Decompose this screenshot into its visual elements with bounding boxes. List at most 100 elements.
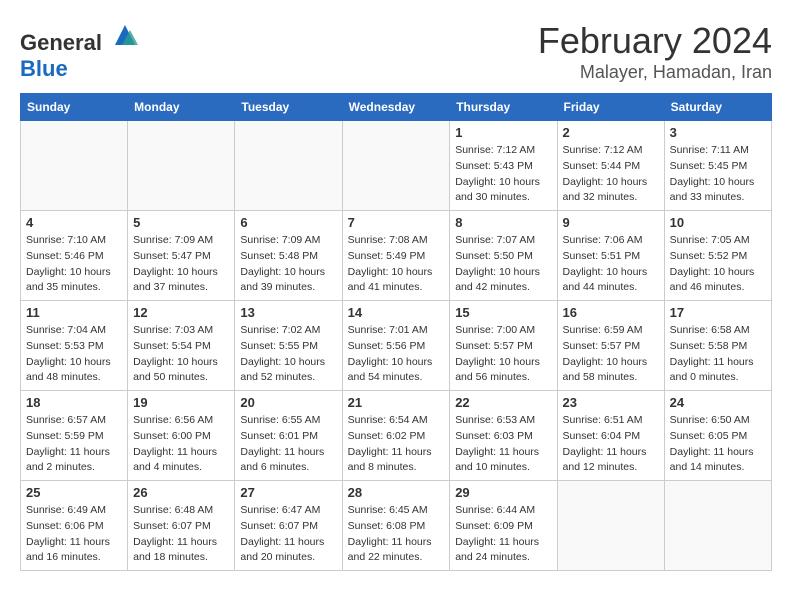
calendar-cell: 25 Sunrise: 6:49 AM Sunset: 6:06 PM Dayli… <box>21 481 128 571</box>
calendar-week-row: 11 Sunrise: 7:04 AM Sunset: 5:53 PM Dayli… <box>21 301 772 391</box>
day-number: 21 <box>348 395 445 410</box>
day-number: 23 <box>563 395 659 410</box>
day-info: Sunrise: 6:49 AM Sunset: 6:06 PM Dayligh… <box>26 503 122 566</box>
day-info: Sunrise: 6:54 AM Sunset: 6:02 PM Dayligh… <box>348 413 445 476</box>
weekday-header: Sunday <box>21 94 128 121</box>
logo-text: General Blue <box>20 20 140 82</box>
day-info: Sunrise: 6:48 AM Sunset: 6:07 PM Dayligh… <box>133 503 229 566</box>
calendar-cell: 8 Sunrise: 7:07 AM Sunset: 5:50 PM Daylig… <box>450 211 557 301</box>
title-block: February 2024 Malayer, Hamadan, Iran <box>538 20 772 83</box>
calendar-week-row: 4Sunrise: 7:10 AM Sunset: 5:46 PM Daylig… <box>21 211 772 301</box>
day-info: Sunrise: 6:44 AM Sunset: 6:09 PM Dayligh… <box>455 503 551 566</box>
logo-icon <box>110 20 140 50</box>
calendar-week-row: 1 Sunrise: 7:12 AM Sunset: 5:43 PM Daylig… <box>21 121 772 211</box>
calendar-week-row: 25 Sunrise: 6:49 AM Sunset: 6:06 PM Dayli… <box>21 481 772 571</box>
logo-blue: Blue <box>20 56 68 81</box>
weekday-header: Monday <box>128 94 235 121</box>
day-info: Sunrise: 7:12 AM Sunset: 5:43 PM Dayligh… <box>455 143 551 206</box>
day-number: 16 <box>563 305 659 320</box>
day-number: 20 <box>240 395 336 410</box>
weekday-header: Wednesday <box>342 94 450 121</box>
day-info: Sunrise: 7:03 AM Sunset: 5:54 PM Dayligh… <box>133 323 229 386</box>
calendar-cell: 26 Sunrise: 6:48 AM Sunset: 6:07 PM Dayli… <box>128 481 235 571</box>
day-number: 5 <box>133 215 229 230</box>
day-number: 26 <box>133 485 229 500</box>
calendar-cell: 28 Sunrise: 6:45 AM Sunset: 6:08 PM Dayli… <box>342 481 450 571</box>
day-info: Sunrise: 7:04 AM Sunset: 5:53 PM Dayligh… <box>26 323 122 386</box>
calendar-cell: 1 Sunrise: 7:12 AM Sunset: 5:43 PM Daylig… <box>450 121 557 211</box>
calendar-cell <box>557 481 664 571</box>
calendar-cell <box>664 481 771 571</box>
calendar-cell: 22Sunrise: 6:53 AM Sunset: 6:03 PM Dayli… <box>450 391 557 481</box>
weekday-header: Thursday <box>450 94 557 121</box>
calendar-week-row: 18 Sunrise: 6:57 AM Sunset: 5:59 PM Dayli… <box>21 391 772 481</box>
calendar-cell: 9 Sunrise: 7:06 AM Sunset: 5:51 PM Daylig… <box>557 211 664 301</box>
weekday-header: Saturday <box>664 94 771 121</box>
day-info: Sunrise: 6:56 AM Sunset: 6:00 PM Dayligh… <box>133 413 229 476</box>
day-info: Sunrise: 7:02 AM Sunset: 5:55 PM Dayligh… <box>240 323 336 386</box>
day-info: Sunrise: 7:05 AM Sunset: 5:52 PM Dayligh… <box>670 233 766 296</box>
day-number: 8 <box>455 215 551 230</box>
day-number: 27 <box>240 485 336 500</box>
day-info: Sunrise: 7:11 AM Sunset: 5:45 PM Dayligh… <box>670 143 766 206</box>
calendar-cell: 3Sunrise: 7:11 AM Sunset: 5:45 PM Daylig… <box>664 121 771 211</box>
location-title: Malayer, Hamadan, Iran <box>538 62 772 83</box>
day-info: Sunrise: 7:01 AM Sunset: 5:56 PM Dayligh… <box>348 323 445 386</box>
weekday-header: Friday <box>557 94 664 121</box>
day-number: 2 <box>563 125 659 140</box>
day-number: 4 <box>26 215 122 230</box>
calendar-header-row: SundayMondayTuesdayWednesdayThursdayFrid… <box>21 94 772 121</box>
day-info: Sunrise: 7:09 AM Sunset: 5:48 PM Dayligh… <box>240 233 336 296</box>
calendar-cell: 4Sunrise: 7:10 AM Sunset: 5:46 PM Daylig… <box>21 211 128 301</box>
day-number: 28 <box>348 485 445 500</box>
day-number: 24 <box>670 395 766 410</box>
logo-general: General <box>20 30 102 55</box>
day-number: 9 <box>563 215 659 230</box>
day-info: Sunrise: 6:58 AM Sunset: 5:58 PM Dayligh… <box>670 323 766 386</box>
day-info: Sunrise: 7:12 AM Sunset: 5:44 PM Dayligh… <box>563 143 659 206</box>
calendar-cell <box>128 121 235 211</box>
day-number: 14 <box>348 305 445 320</box>
day-info: Sunrise: 6:57 AM Sunset: 5:59 PM Dayligh… <box>26 413 122 476</box>
calendar-cell <box>21 121 128 211</box>
calendar-cell: 10 Sunrise: 7:05 AM Sunset: 5:52 PM Dayli… <box>664 211 771 301</box>
day-info: Sunrise: 7:00 AM Sunset: 5:57 PM Dayligh… <box>455 323 551 386</box>
day-number: 18 <box>26 395 122 410</box>
day-number: 6 <box>240 215 336 230</box>
page-header: General Blue February 2024 Malayer, Hama… <box>20 20 772 83</box>
day-number: 15 <box>455 305 551 320</box>
calendar-cell: 2 Sunrise: 7:12 AM Sunset: 5:44 PM Daylig… <box>557 121 664 211</box>
day-number: 25 <box>26 485 122 500</box>
day-info: Sunrise: 7:06 AM Sunset: 5:51 PM Dayligh… <box>563 233 659 296</box>
day-info: Sunrise: 7:07 AM Sunset: 5:50 PM Dayligh… <box>455 233 551 296</box>
logo: General Blue <box>20 20 140 82</box>
calendar-cell: 6 Sunrise: 7:09 AM Sunset: 5:48 PM Daylig… <box>235 211 342 301</box>
calendar-cell: 14 Sunrise: 7:01 AM Sunset: 5:56 PM Dayli… <box>342 301 450 391</box>
calendar-cell: 18 Sunrise: 6:57 AM Sunset: 5:59 PM Dayli… <box>21 391 128 481</box>
calendar-cell: 13Sunrise: 7:02 AM Sunset: 5:55 PM Dayli… <box>235 301 342 391</box>
day-number: 19 <box>133 395 229 410</box>
calendar-cell: 5Sunrise: 7:09 AM Sunset: 5:47 PM Daylig… <box>128 211 235 301</box>
calendar-cell: 23Sunrise: 6:51 AM Sunset: 6:04 PM Dayli… <box>557 391 664 481</box>
day-number: 17 <box>670 305 766 320</box>
calendar-cell: 29 Sunrise: 6:44 AM Sunset: 6:09 PM Dayli… <box>450 481 557 571</box>
calendar-cell <box>342 121 450 211</box>
day-info: Sunrise: 6:59 AM Sunset: 5:57 PM Dayligh… <box>563 323 659 386</box>
month-title: February 2024 <box>538 20 772 62</box>
calendar-cell: 17 Sunrise: 6:58 AM Sunset: 5:58 PM Dayli… <box>664 301 771 391</box>
day-number: 11 <box>26 305 122 320</box>
calendar-cell: 16 Sunrise: 6:59 AM Sunset: 5:57 PM Dayli… <box>557 301 664 391</box>
day-info: Sunrise: 6:47 AM Sunset: 6:07 PM Dayligh… <box>240 503 336 566</box>
day-number: 7 <box>348 215 445 230</box>
day-number: 1 <box>455 125 551 140</box>
day-info: Sunrise: 6:53 AM Sunset: 6:03 PM Dayligh… <box>455 413 551 476</box>
day-number: 10 <box>670 215 766 230</box>
calendar-cell: 12Sunrise: 7:03 AM Sunset: 5:54 PM Dayli… <box>128 301 235 391</box>
calendar-cell: 20 Sunrise: 6:55 AM Sunset: 6:01 PM Dayli… <box>235 391 342 481</box>
day-info: Sunrise: 7:08 AM Sunset: 5:49 PM Dayligh… <box>348 233 445 296</box>
day-info: Sunrise: 6:55 AM Sunset: 6:01 PM Dayligh… <box>240 413 336 476</box>
calendar-cell: 24Sunrise: 6:50 AM Sunset: 6:05 PM Dayli… <box>664 391 771 481</box>
day-info: Sunrise: 6:45 AM Sunset: 6:08 PM Dayligh… <box>348 503 445 566</box>
weekday-header: Tuesday <box>235 94 342 121</box>
day-number: 29 <box>455 485 551 500</box>
